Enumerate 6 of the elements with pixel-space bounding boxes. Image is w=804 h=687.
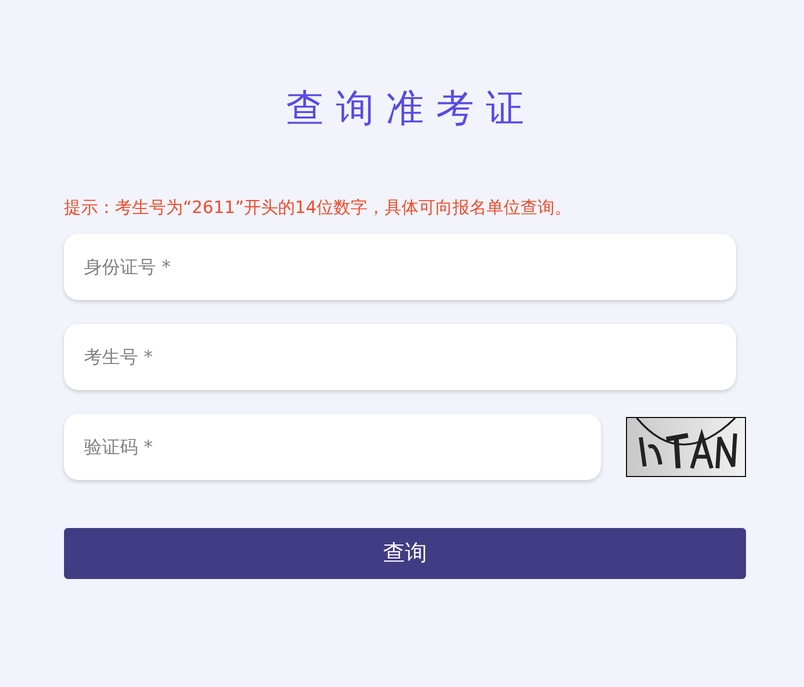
input-field[interactable]: 考生号 * (64, 324, 736, 390)
hint-text: 提示：考生号为“2611”开头的14位数字，具体可向报名单位查询。 (64, 197, 573, 220)
page-title: 查询准考证 (285, 85, 537, 132)
query-button[interactable]: 查询 (64, 528, 746, 579)
input-field[interactable]: 身份证号 * (64, 234, 736, 300)
input-field[interactable]: 验证码 * (64, 414, 601, 480)
